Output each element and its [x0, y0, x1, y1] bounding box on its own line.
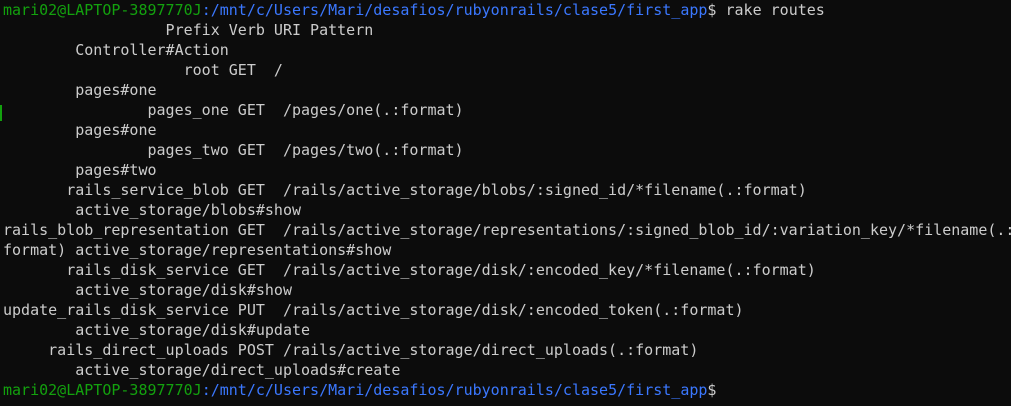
output-line: root GET /: [3, 61, 283, 79]
final-prompt-line[interactable]: mari02@LAPTOP-3897770J:/mnt/c/Users/Mari…: [3, 380, 1011, 400]
final-prompt-symbol: $: [707, 381, 717, 399]
output-line: active_storage/disk#update: [3, 321, 311, 339]
output-line: pages_one GET /pages/one(.:format): [3, 101, 464, 119]
command-prompt-line: mari02@LAPTOP-3897770J:/mnt/c/Users/Mari…: [3, 0, 1011, 20]
output-line: pages#two: [3, 161, 157, 179]
prompt-command: rake routes: [716, 1, 825, 19]
output-line: rails_disk_service GET /rails/active_sto…: [3, 261, 816, 279]
output-line: active_storage/disk#show: [3, 281, 292, 299]
prompt-path: :/mnt/c/Users/Mari/desafios/rubyonrails/…: [201, 1, 708, 19]
output-line: active_storage/blobs#show: [3, 201, 302, 219]
output-line: format) active_storage/representations#s…: [3, 241, 392, 259]
prompt-user-host: mari02@LAPTOP-3897770J: [3, 1, 202, 19]
final-prompt-path: :/mnt/c/Users/Mari/desafios/rubyonrails/…: [201, 381, 708, 399]
final-prompt-user-host: mari02@LAPTOP-3897770J: [3, 381, 202, 399]
output-line: rails_direct_uploads POST /rails/active_…: [3, 341, 699, 359]
output-line: pages#one: [3, 81, 157, 99]
margin-marker: [0, 105, 2, 121]
output-line: Prefix Verb URI Pattern: [3, 21, 374, 39]
output-line: update_rails_disk_service PUT /rails/act…: [3, 301, 744, 319]
output-line: Controller#Action: [3, 41, 229, 59]
terminal-window[interactable]: mari02@LAPTOP-3897770J:/mnt/c/Users/Mari…: [0, 0, 1011, 406]
output-line: active_storage/direct_uploads#create: [3, 361, 401, 379]
output-line: rails_service_blob GET /rails/active_sto…: [3, 181, 807, 199]
output-line: pages#one: [3, 121, 157, 139]
output-line: rails_blob_representation GET /rails/act…: [3, 221, 1011, 239]
output-line: pages_two GET /pages/two(.:format): [3, 141, 464, 159]
